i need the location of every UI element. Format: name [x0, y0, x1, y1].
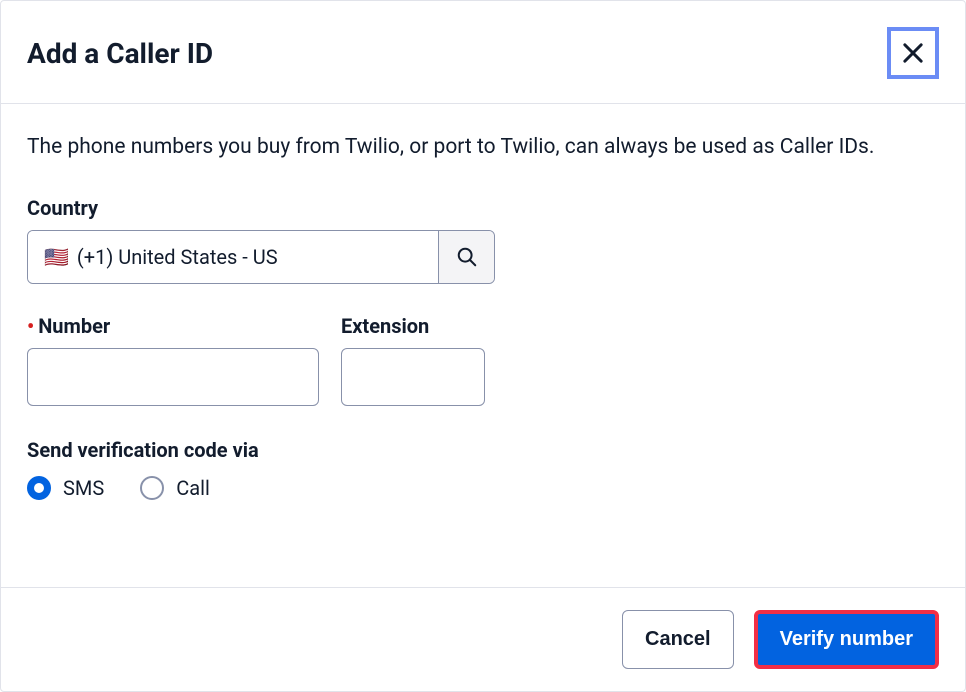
close-icon [899, 39, 927, 67]
cancel-button[interactable]: Cancel [622, 610, 734, 669]
verification-field: Send verification code via SMS Call [27, 438, 939, 500]
country-selected-text: (+1) United States - US [77, 245, 278, 269]
add-caller-id-modal: Add a Caller ID The phone numbers you bu… [0, 0, 966, 692]
extension-label: Extension [341, 314, 485, 338]
radio-icon [27, 476, 51, 500]
number-label-text: Number [38, 314, 110, 338]
close-button[interactable] [887, 27, 939, 79]
verification-option-call[interactable]: Call [140, 476, 210, 500]
verification-option-sms[interactable]: SMS [27, 476, 104, 500]
modal-body: The phone numbers you buy from Twilio, o… [1, 104, 965, 587]
verification-radio-group: SMS Call [27, 476, 939, 500]
required-indicator: • [27, 314, 34, 338]
country-select-value[interactable]: 🇺🇸 (+1) United States - US [28, 231, 438, 283]
verify-number-button[interactable]: Verify number [754, 610, 939, 669]
number-field: •Number [27, 314, 319, 406]
radio-label-call: Call [176, 476, 210, 500]
verification-label: Send verification code via [27, 438, 939, 462]
country-label: Country [27, 196, 939, 220]
country-flag-icon: 🇺🇸 [44, 245, 69, 269]
number-extension-row: •Number Extension [27, 314, 939, 406]
modal-description: The phone numbers you buy from Twilio, o… [27, 132, 939, 162]
extension-field: Extension [341, 314, 485, 406]
country-search-button[interactable] [438, 231, 494, 283]
radio-icon [140, 476, 164, 500]
modal-header: Add a Caller ID [1, 1, 965, 104]
search-icon [456, 246, 478, 268]
modal-footer: Cancel Verify number [1, 587, 965, 691]
country-select[interactable]: 🇺🇸 (+1) United States - US [27, 230, 495, 284]
country-field: Country 🇺🇸 (+1) United States - US [27, 196, 939, 284]
number-label: •Number [27, 314, 319, 338]
number-input[interactable] [27, 348, 319, 406]
radio-label-sms: SMS [63, 476, 104, 500]
extension-input[interactable] [341, 348, 485, 406]
modal-title: Add a Caller ID [27, 37, 213, 70]
